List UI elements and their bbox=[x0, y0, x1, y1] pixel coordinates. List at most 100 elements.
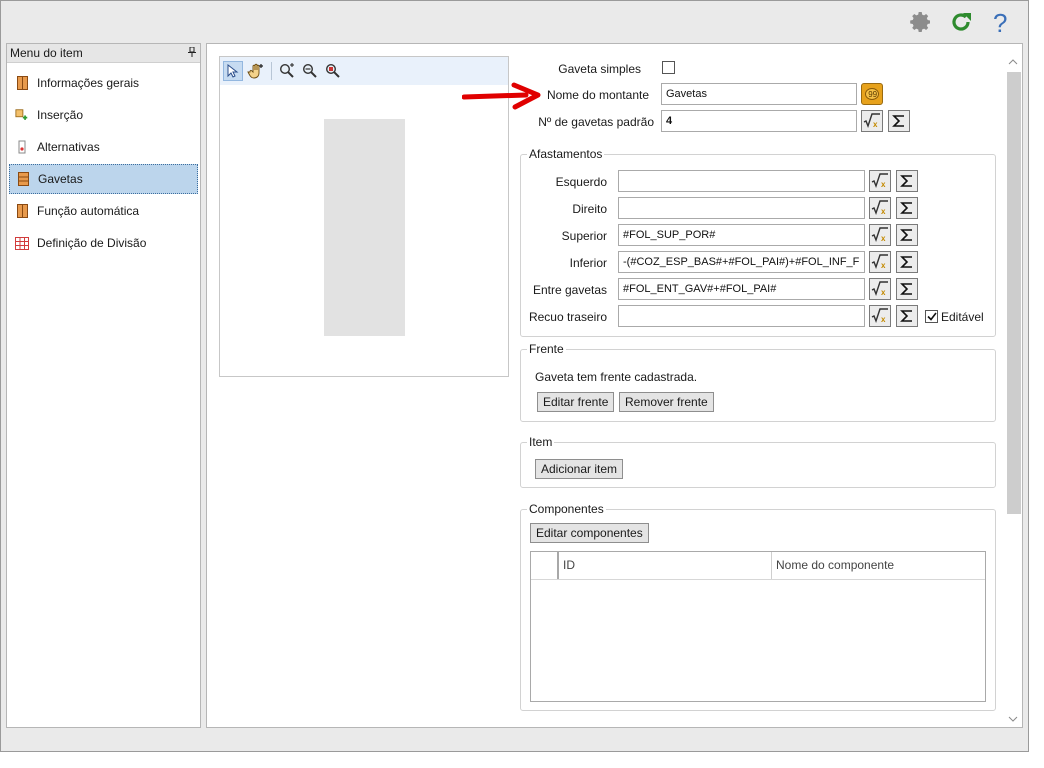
remover-frente-button[interactable]: Remover frente bbox=[619, 392, 714, 412]
frente-status: Gaveta tem frente cadastrada. bbox=[535, 370, 698, 384]
superior-formula-button[interactable]: x bbox=[869, 224, 891, 246]
sigma-icon bbox=[900, 175, 912, 187]
item-menu-sidebar: Menu do item Informações gerais Inserção… bbox=[6, 43, 201, 728]
sidebar-item-gavetas[interactable]: Gavetas bbox=[9, 164, 198, 194]
inferior-label: Inferior bbox=[569, 256, 607, 270]
window-toolbar: ? bbox=[908, 9, 1014, 35]
inferior-field[interactable]: -(#COZ_ESP_BAS#+#FOL_PAI#)+#FOL_INF_F bbox=[618, 251, 865, 273]
svg-text:x: x bbox=[881, 234, 886, 243]
sidebar-item-label: Alternativas bbox=[37, 140, 100, 154]
num-gavetas-label: Nº de gavetas padrão bbox=[538, 115, 654, 129]
recuo-traseiro-field[interactable] bbox=[618, 305, 865, 327]
svg-text:?: ? bbox=[993, 9, 1007, 35]
entre-gavetas-label: Entre gavetas bbox=[532, 283, 607, 297]
pin-icon[interactable] bbox=[188, 46, 196, 60]
sum-button[interactable] bbox=[888, 110, 910, 132]
componentes-title: Componentes bbox=[527, 502, 606, 516]
frente-title: Frente bbox=[527, 342, 566, 356]
adicionar-item-button[interactable]: Adicionar item bbox=[535, 459, 624, 479]
item-window: ? Menu do item Informações gerais Inserç… bbox=[0, 0, 1029, 752]
svg-text:x: x bbox=[881, 261, 886, 270]
sqrt-x-icon: x bbox=[871, 200, 888, 216]
sqrt-x-icon: x bbox=[863, 113, 880, 129]
editar-componentes-button[interactable]: Editar componentes bbox=[530, 523, 649, 543]
alternatives-icon bbox=[15, 140, 29, 154]
sidebar-item-alternativas[interactable]: Alternativas bbox=[9, 132, 198, 162]
sidebar-item-funcao-automatica[interactable]: Função automática bbox=[9, 196, 198, 226]
esquerdo-field[interactable] bbox=[618, 170, 865, 192]
editar-frente-button[interactable]: Editar frente bbox=[537, 392, 615, 412]
superior-sum-button[interactable] bbox=[896, 224, 918, 246]
editavel-checkbox[interactable] bbox=[925, 310, 938, 323]
entre-gavetas-field[interactable]: #FOL_ENT_GAV#+#FOL_PAI# bbox=[618, 278, 865, 300]
zoom-fit-icon[interactable] bbox=[323, 61, 343, 81]
zoom-out-icon[interactable] bbox=[300, 61, 320, 81]
entre-gavetas-sum-button[interactable] bbox=[896, 278, 918, 300]
sidebar-item-informacoes-gerais[interactable]: Informações gerais bbox=[9, 68, 198, 98]
help-icon[interactable]: ? bbox=[988, 9, 1014, 35]
direito-field[interactable] bbox=[618, 197, 865, 219]
esquerdo-label: Esquerdo bbox=[555, 175, 607, 189]
quote-icon: 99 bbox=[865, 88, 879, 100]
drawers-panel: Gaveta simples Nome do montante Gavetas … bbox=[206, 43, 1023, 728]
recuo-traseiro-formula-button[interactable]: x bbox=[869, 305, 891, 327]
svg-text:x: x bbox=[881, 180, 886, 189]
drawers-icon bbox=[16, 172, 30, 186]
sigma-icon bbox=[900, 310, 912, 322]
grid-column-nome[interactable]: Nome do componente bbox=[771, 552, 985, 579]
gaveta-simples-label: Gaveta simples bbox=[558, 62, 641, 76]
sidebar-item-definicao-divisao[interactable]: Definição de Divisão bbox=[9, 228, 198, 258]
sqrt-x-icon: x bbox=[871, 173, 888, 189]
automatic-function-icon bbox=[15, 204, 29, 218]
grid-division-icon bbox=[15, 236, 29, 250]
grid-header: ID Nome do componente bbox=[531, 552, 985, 580]
gaveta-simples-checkbox[interactable] bbox=[662, 61, 675, 74]
grid-column-id[interactable]: ID bbox=[557, 552, 771, 579]
gear-icon[interactable] bbox=[908, 9, 934, 35]
translate-button[interactable]: 99 bbox=[861, 83, 883, 105]
direito-formula-button[interactable]: x bbox=[869, 197, 891, 219]
sigma-icon bbox=[900, 229, 912, 241]
refresh-icon[interactable] bbox=[948, 9, 974, 35]
editavel-label: Editável bbox=[941, 310, 984, 324]
sigma-icon bbox=[900, 283, 912, 295]
recuo-traseiro-sum-button[interactable] bbox=[896, 305, 918, 327]
scrollbar-thumb[interactable] bbox=[1007, 72, 1021, 514]
cabinet-icon bbox=[15, 76, 29, 90]
zoom-in-icon[interactable] bbox=[277, 61, 297, 81]
sqrt-x-icon: x bbox=[871, 254, 888, 270]
item-group: Item Adicionar item bbox=[520, 435, 996, 488]
sqrt-x-icon: x bbox=[871, 227, 888, 243]
drawer-shape bbox=[324, 119, 405, 336]
sigma-icon bbox=[900, 202, 912, 214]
superior-field[interactable]: #FOL_SUP_POR# bbox=[618, 224, 865, 246]
svg-text:x: x bbox=[881, 288, 886, 297]
direito-sum-button[interactable] bbox=[896, 197, 918, 219]
sigma-icon bbox=[900, 256, 912, 268]
select-pointer-icon[interactable] bbox=[223, 61, 243, 81]
entre-gavetas-formula-button[interactable]: x bbox=[869, 278, 891, 300]
inferior-sum-button[interactable] bbox=[896, 251, 918, 273]
sidebar-item-label: Gavetas bbox=[38, 172, 83, 186]
svg-text:x: x bbox=[881, 207, 886, 216]
vertical-scrollbar[interactable] bbox=[1005, 54, 1021, 727]
sidebar-item-insercao[interactable]: Inserção bbox=[9, 100, 198, 130]
item-title: Item bbox=[527, 435, 555, 449]
scroll-down-icon[interactable] bbox=[1008, 714, 1018, 725]
scroll-up-icon[interactable] bbox=[1008, 57, 1018, 68]
sidebar-item-label: Função automática bbox=[37, 204, 140, 218]
sqrt-x-icon: x bbox=[871, 308, 888, 324]
frente-group: Frente Gaveta tem frente cadastrada. Edi… bbox=[520, 342, 996, 422]
pan-hand-icon[interactable] bbox=[246, 61, 266, 81]
num-gavetas-field[interactable]: 4 bbox=[661, 110, 857, 132]
nome-montante-field[interactable]: Gavetas bbox=[661, 83, 857, 105]
afastamentos-group: Afastamentos Esquerdo x Direito x Superi… bbox=[520, 147, 996, 337]
formula-button[interactable]: x bbox=[861, 110, 883, 132]
esquerdo-sum-button[interactable] bbox=[896, 170, 918, 192]
svg-text:x: x bbox=[873, 120, 878, 129]
esquerdo-formula-button[interactable]: x bbox=[869, 170, 891, 192]
checkmark-icon bbox=[926, 312, 937, 321]
componentes-grid: ID Nome do componente bbox=[530, 551, 986, 702]
direito-label: Direito bbox=[572, 202, 607, 216]
inferior-formula-button[interactable]: x bbox=[869, 251, 891, 273]
